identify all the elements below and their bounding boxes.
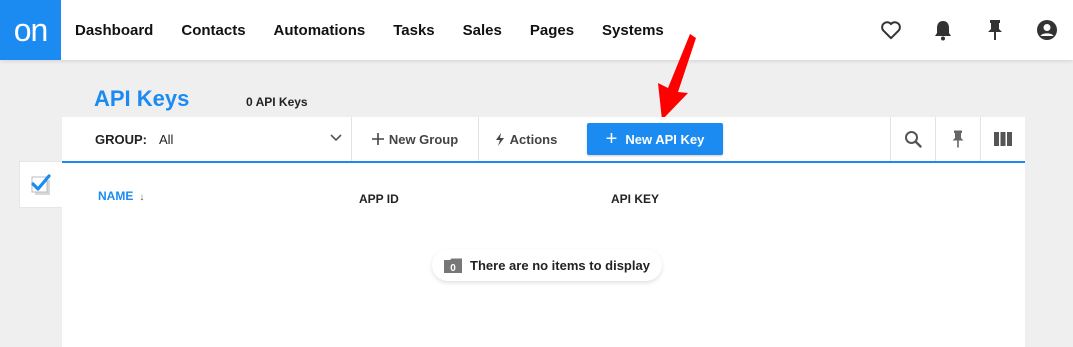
main-panel: GROUP: All New Group Actions + New API K… [62, 117, 1025, 347]
heart-icon[interactable] [865, 0, 917, 60]
page-title: API Keys [94, 86, 190, 111]
top-nav-bar: on Dashboard Contacts Automations Tasks … [0, 0, 1073, 60]
actions-label: Actions [509, 131, 558, 147]
search-icon[interactable] [890, 117, 935, 161]
column-name-label: NAME [98, 189, 134, 203]
svg-text:0: 0 [450, 263, 456, 273]
bulk-select-checkbox[interactable] [19, 161, 63, 208]
nav-contacts[interactable]: Contacts [181, 22, 245, 39]
nav-pages[interactable]: Pages [530, 22, 574, 39]
empty-message: There are no items to display [470, 257, 650, 273]
pin-icon[interactable] [935, 117, 980, 161]
lightning-icon [495, 132, 505, 146]
toolbar: GROUP: All New Group Actions + New API K… [62, 117, 1025, 163]
folder-icon: 0 [444, 258, 463, 273]
group-value: All [159, 131, 174, 147]
plus-icon: + [605, 128, 618, 150]
new-api-key-button[interactable]: + New API Key [587, 123, 723, 155]
actions-button[interactable]: Actions [479, 117, 573, 161]
plus-icon [371, 133, 384, 145]
app-logo[interactable]: on [0, 0, 61, 60]
toolbar-right-icons [890, 117, 1025, 161]
column-header-name[interactable]: NAME ↓ [98, 189, 144, 203]
main-nav: Dashboard Contacts Automations Tasks Sal… [75, 0, 692, 60]
new-group-button[interactable]: New Group [352, 117, 479, 161]
sort-down-icon: ↓ [139, 192, 145, 203]
columns-icon[interactable] [980, 117, 1025, 161]
nav-tasks[interactable]: Tasks [393, 22, 434, 39]
new-group-label: New Group [388, 131, 459, 147]
check-icon [31, 173, 51, 195]
group-select[interactable]: GROUP: All [62, 117, 352, 161]
user-icon[interactable] [1021, 0, 1073, 60]
chevron-down-icon [330, 134, 342, 142]
empty-state: 0 There are no items to display [432, 249, 662, 281]
top-icons [865, 0, 1073, 60]
item-count: 0 API Keys [246, 95, 308, 109]
column-header-api-key[interactable]: API KEY [611, 192, 659, 206]
pin-icon[interactable] [969, 0, 1021, 60]
annotation-arrow-icon [658, 34, 696, 120]
group-label: GROUP: [95, 131, 147, 147]
nav-sales[interactable]: Sales [463, 22, 502, 39]
column-header-app-id[interactable]: APP ID [359, 192, 399, 206]
bell-icon[interactable] [917, 0, 969, 60]
nav-dashboard[interactable]: Dashboard [75, 22, 153, 39]
nav-automations[interactable]: Automations [274, 22, 366, 39]
new-api-key-label: New API Key [625, 131, 705, 147]
